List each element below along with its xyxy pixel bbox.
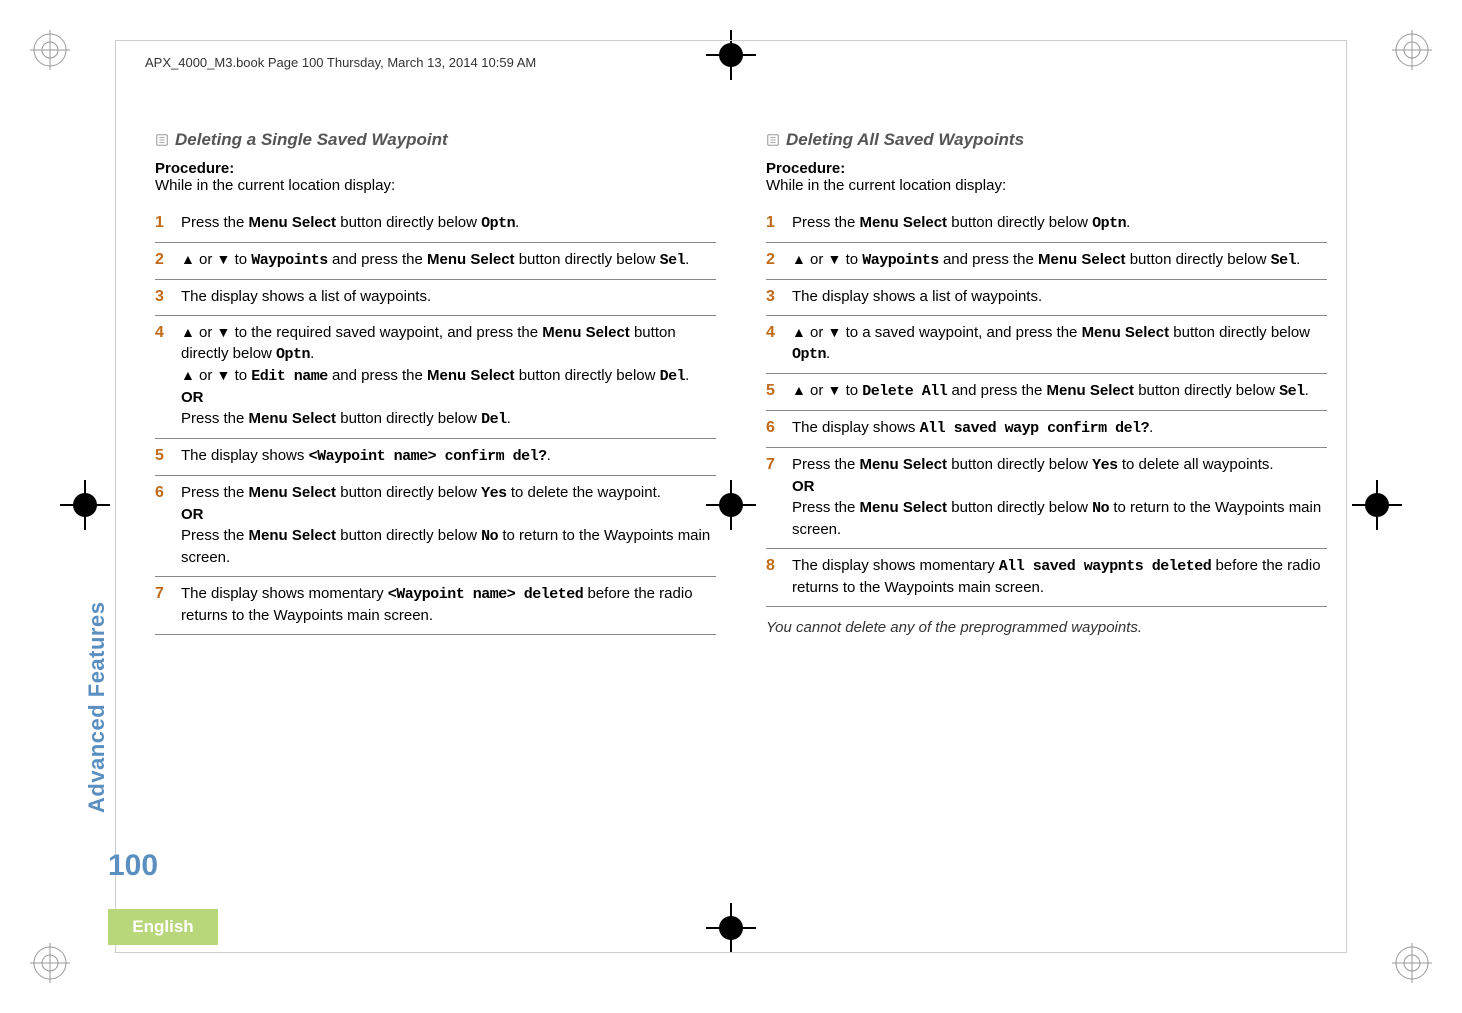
ui-label: <Waypoint name> deleted [388, 586, 584, 603]
section-title-left: Deleting a Single Saved Waypoint [155, 130, 716, 150]
ui-label: Yes [1092, 457, 1118, 474]
steps-list-left: Press the Menu Select button directly be… [155, 206, 716, 635]
up-arrow-icon: ▲ [181, 367, 195, 383]
step-item: ▲ or ▼ to the required saved waypoint, a… [155, 316, 716, 439]
step-item: The display shows All saved wayp confirm… [766, 411, 1327, 448]
ui-label: Sel [1271, 252, 1297, 269]
down-arrow-icon: ▼ [828, 324, 842, 340]
bold-text: Menu Select [249, 527, 337, 544]
content-area: Deleting a Single Saved Waypoint Procedu… [155, 130, 1327, 913]
step-item: ▲ or ▼ to Waypoints and press the Menu S… [155, 243, 716, 280]
step-item: The display shows <Waypoint name> confir… [155, 439, 716, 476]
procedure-heading: Procedure: [155, 160, 716, 177]
left-column: Deleting a Single Saved Waypoint Procedu… [155, 130, 716, 913]
bold-text: Menu Select [860, 456, 948, 473]
bold-text: Menu Select [249, 410, 337, 427]
cross-mark-icon [1352, 480, 1402, 530]
ui-label: Optn [1092, 215, 1126, 232]
step-item: The display shows a list of waypoints. [766, 280, 1327, 316]
print-mark-icon [1392, 30, 1432, 70]
up-arrow-icon: ▲ [792, 382, 806, 398]
up-arrow-icon: ▲ [792, 324, 806, 340]
ui-label: Sel [660, 252, 686, 269]
ui-label: Edit name [251, 368, 328, 385]
down-arrow-icon: ▼ [217, 367, 231, 383]
ui-label: Sel [1279, 383, 1305, 400]
procedure-subtext: While in the current location display: [766, 177, 1327, 194]
ui-label: <Waypoint name> confirm del? [309, 448, 547, 465]
ui-label: Optn [481, 215, 515, 232]
bold-text: Menu Select [249, 214, 337, 231]
steps-list-right: Press the Menu Select button directly be… [766, 206, 1327, 607]
section-title-text: Deleting All Saved Waypoints [786, 130, 1024, 149]
section-title-text: Deleting a Single Saved Waypoint [175, 130, 448, 149]
ui-label: Optn [792, 346, 826, 363]
ui-label: All saved wayp confirm del? [920, 420, 1150, 437]
ui-label: Del [481, 411, 507, 428]
side-label: Advanced Features [84, 602, 110, 813]
bold-text: Menu Select [427, 367, 515, 384]
section-title-right: Deleting All Saved Waypoints [766, 130, 1327, 150]
bold-text: Menu Select [427, 251, 515, 268]
ui-label: Del [660, 368, 686, 385]
book-icon [766, 132, 780, 146]
ui-label: All saved waypnts deleted [999, 558, 1212, 575]
up-arrow-icon: ▲ [181, 251, 195, 267]
step-item: ▲ or ▼ to Delete All and press the Menu … [766, 374, 1327, 411]
ui-label: No [1092, 500, 1109, 517]
up-arrow-icon: ▲ [181, 324, 195, 340]
language-tab: English [108, 909, 218, 945]
bold-text: Menu Select [860, 214, 948, 231]
bold-text: Menu Select [1038, 251, 1126, 268]
ui-label: No [481, 528, 498, 545]
bold-text: Menu Select [1047, 382, 1135, 399]
bold-text: Menu Select [542, 324, 630, 341]
procedure-heading: Procedure: [766, 160, 1327, 177]
print-mark-icon [30, 30, 70, 70]
print-mark-icon [30, 943, 70, 983]
bold-text: OR [792, 478, 815, 495]
bold-text: Menu Select [249, 484, 337, 501]
print-mark-icon [1392, 943, 1432, 983]
down-arrow-icon: ▼ [217, 251, 231, 267]
bold-text: Menu Select [860, 499, 948, 516]
bold-text: OR [181, 389, 204, 406]
note-text: You cannot delete any of the preprogramm… [766, 619, 1327, 636]
cross-mark-icon [60, 480, 110, 530]
step-item: The display shows momentary <Waypoint na… [155, 577, 716, 635]
step-item: ▲ or ▼ to Waypoints and press the Menu S… [766, 243, 1327, 280]
step-item: Press the Menu Select button directly be… [155, 206, 716, 243]
page-header: APX_4000_M3.book Page 100 Thursday, Marc… [145, 55, 536, 70]
procedure-subtext: While in the current location display: [155, 177, 716, 194]
down-arrow-icon: ▼ [217, 324, 231, 340]
down-arrow-icon: ▼ [828, 382, 842, 398]
step-item: Press the Menu Select button directly be… [766, 448, 1327, 549]
ui-label: Optn [276, 346, 310, 363]
ui-label: Delete All [862, 383, 947, 400]
ui-label: Yes [481, 485, 507, 502]
step-item: ▲ or ▼ to a saved waypoint, and press th… [766, 316, 1327, 374]
page-number: 100 [108, 849, 158, 883]
book-icon [155, 132, 169, 146]
bold-text: Menu Select [1082, 324, 1170, 341]
step-item: Press the Menu Select button directly be… [766, 206, 1327, 243]
ui-label: Waypoints [251, 252, 328, 269]
up-arrow-icon: ▲ [792, 251, 806, 267]
step-item: The display shows a list of waypoints. [155, 280, 716, 316]
step-item: Press the Menu Select button directly be… [155, 476, 716, 577]
down-arrow-icon: ▼ [828, 251, 842, 267]
step-item: The display shows momentary All saved wa… [766, 549, 1327, 607]
bold-text: OR [181, 506, 204, 523]
ui-label: Waypoints [862, 252, 939, 269]
right-column: Deleting All Saved Waypoints Procedure: … [766, 130, 1327, 913]
